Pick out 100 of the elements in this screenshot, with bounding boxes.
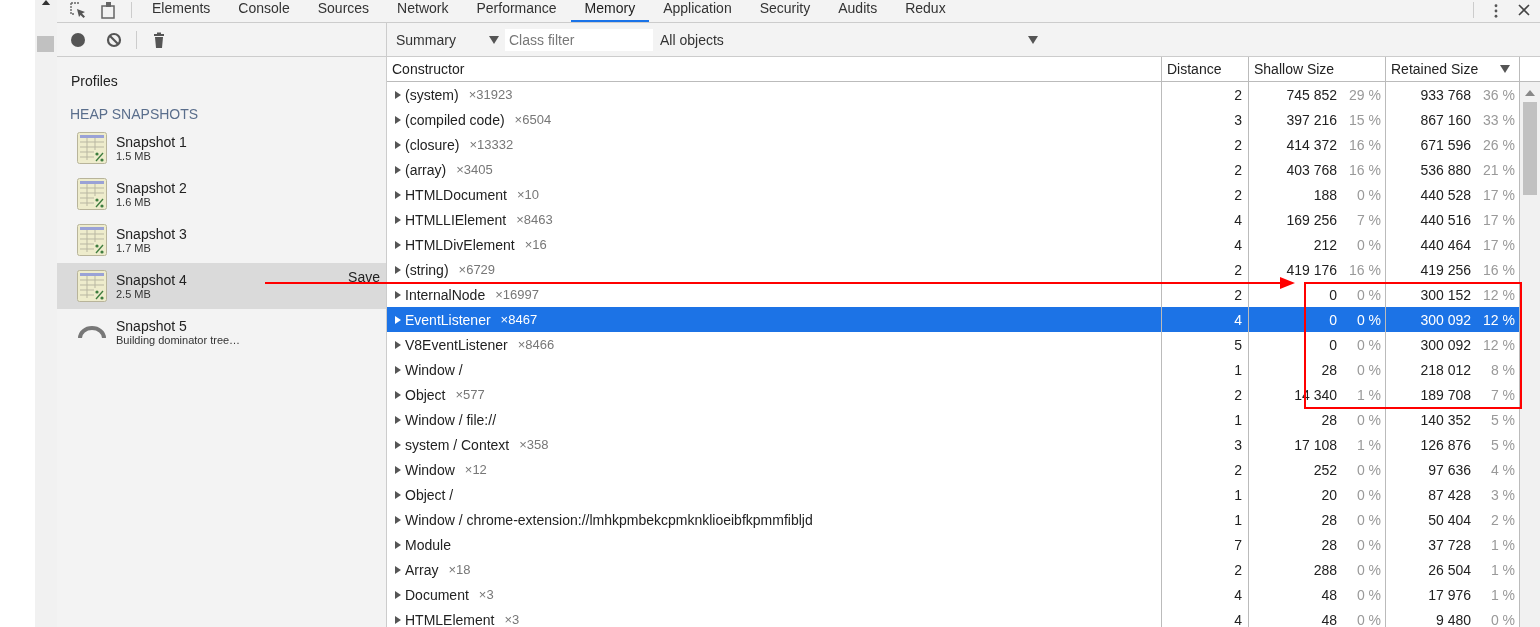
expand-icon[interactable] <box>395 165 401 174</box>
shallow-size: 745 852 <box>1286 86 1337 103</box>
column-header[interactable]: Retained Size <box>1386 57 1520 81</box>
view-dropdown[interactable]: Summary <box>395 31 505 48</box>
snapshot-item[interactable]: Snapshot 2 1.6 MB <box>57 171 386 217</box>
panel-tab[interactable]: Elements <box>138 0 225 22</box>
expand-icon[interactable] <box>395 490 401 499</box>
distance-value: 2 <box>1234 386 1242 403</box>
class-filter-field[interactable]: Class filter <box>505 28 653 51</box>
sort-icon[interactable] <box>1500 65 1510 73</box>
spreadsheet-icon <box>77 270 107 302</box>
more-icon[interactable] <box>1494 4 1498 18</box>
column-header[interactable]: Shallow Size <box>1249 57 1386 81</box>
inspect-icon[interactable] <box>69 1 87 19</box>
shallow-size: 28 <box>1321 511 1337 528</box>
expand-icon[interactable] <box>395 590 401 599</box>
retained-size: 440 528 <box>1420 186 1471 203</box>
constructor-name: InternalNode <box>405 286 486 303</box>
instance-count: ×6504 <box>514 112 552 127</box>
expand-icon[interactable] <box>395 615 401 624</box>
table-row[interactable]: V8EventListener ×8466 5 0 0 % 300 092 12 % <box>387 332 1520 357</box>
snapshot-item[interactable]: Snapshot 5 Building dominator tree… <box>57 309 386 355</box>
shallow-size: 169 256 <box>1286 211 1337 228</box>
constructor-name: HTMLDocument <box>405 186 507 203</box>
distance-value: 2 <box>1234 161 1242 178</box>
retained-percent: 17 % <box>1482 211 1515 228</box>
close-icon[interactable] <box>1518 4 1530 16</box>
panel-tab[interactable]: Redux <box>891 0 960 22</box>
shallow-size: 403 768 <box>1286 161 1337 178</box>
expand-icon[interactable] <box>395 90 401 99</box>
constructor-name: HTMLLIElement <box>405 211 507 228</box>
objects-dropdown[interactable]: All objects <box>659 31 1044 48</box>
shallow-size: 28 <box>1321 361 1337 378</box>
snapshot-item[interactable]: Snapshot 4 2.5 MB Save <box>57 263 386 309</box>
retained-size: 189 708 <box>1420 386 1471 403</box>
column-header[interactable]: Constructor <box>387 57 1162 81</box>
sidebar-heading: Profiles <box>70 72 119 91</box>
retained-size: 126 876 <box>1420 436 1471 453</box>
retained-percent: 0 % <box>1489 611 1515 627</box>
expand-icon[interactable] <box>395 115 401 124</box>
expand-icon[interactable] <box>395 190 401 199</box>
expand-icon[interactable] <box>395 240 401 249</box>
panel-tab[interactable]: Sources <box>303 0 384 22</box>
scrollbar[interactable] <box>1520 82 1540 627</box>
distance-value: 3 <box>1234 111 1242 128</box>
scroll-thumb[interactable] <box>1523 102 1537 195</box>
record-icon[interactable] <box>70 31 86 48</box>
panel-tab[interactable]: Security <box>745 0 825 22</box>
clear-icon[interactable] <box>106 31 122 48</box>
save-link[interactable]: Save <box>348 269 380 285</box>
shallow-percent: 0 % <box>1355 586 1381 603</box>
panel-tab[interactable]: Application <box>649 0 746 22</box>
table-row[interactable]: Window / 1 28 0 % 218 012 8 % <box>387 357 1520 382</box>
retained-size: 419 256 <box>1420 261 1471 278</box>
column-header[interactable]: Distance <box>1162 57 1249 81</box>
instance-count: ×577 <box>455 387 485 402</box>
distance-value: 2 <box>1234 186 1242 203</box>
expand-icon[interactable] <box>395 140 401 149</box>
expand-icon[interactable] <box>395 415 401 424</box>
device-icon[interactable] <box>99 1 117 19</box>
shallow-percent: 0 % <box>1355 561 1381 578</box>
instance-count: ×8466 <box>517 337 555 352</box>
retained-percent: 1 % <box>1489 586 1515 603</box>
scroll-thumb[interactable] <box>37 36 54 52</box>
panel-tab[interactable]: Console <box>224 0 304 22</box>
expand-icon[interactable] <box>395 290 401 299</box>
expand-icon[interactable] <box>395 390 401 399</box>
distance-value: 2 <box>1234 286 1242 303</box>
caret-icon <box>489 35 499 44</box>
constructor-name: EventListener <box>405 311 491 328</box>
shallow-percent: 15 % <box>1348 111 1381 128</box>
snapshot-item[interactable]: Snapshot 1 1.5 MB <box>57 125 386 171</box>
trash-icon[interactable] <box>151 31 167 48</box>
expand-icon[interactable] <box>395 315 401 324</box>
expand-icon[interactable] <box>395 365 401 374</box>
distance-value: 1 <box>1234 361 1242 378</box>
panel-tab[interactable]: Audits <box>824 0 892 22</box>
distance-value: 5 <box>1234 336 1242 353</box>
retained-percent: 17 % <box>1482 236 1515 253</box>
table-row[interactable]: EventListener ×8467 4 0 0 % 300 092 12 % <box>387 307 1520 332</box>
expand-icon[interactable] <box>395 215 401 224</box>
expand-icon[interactable] <box>395 565 401 574</box>
retained-percent: 12 % <box>1482 286 1515 303</box>
spinner-icon <box>78 325 106 339</box>
constructor-name: Window / <box>405 361 463 378</box>
expand-icon[interactable] <box>395 465 401 474</box>
page-scrollbar[interactable] <box>35 0 57 627</box>
instance-count: ×10 <box>516 187 539 202</box>
expand-icon[interactable] <box>395 540 401 549</box>
panel-tab[interactable]: Network <box>383 0 463 22</box>
spreadsheet-icon <box>77 224 107 256</box>
expand-icon[interactable] <box>395 340 401 349</box>
instance-count: ×12 <box>464 462 487 477</box>
expand-icon[interactable] <box>395 265 401 274</box>
expand-icon[interactable] <box>395 440 401 449</box>
snapshot-item[interactable]: Snapshot 3 1.7 MB <box>57 217 386 263</box>
constructor-name: Document <box>405 586 469 603</box>
panel-tab[interactable]: Performance <box>462 0 571 22</box>
scroll-up-icon[interactable] <box>41 0 51 5</box>
expand-icon[interactable] <box>395 515 401 524</box>
